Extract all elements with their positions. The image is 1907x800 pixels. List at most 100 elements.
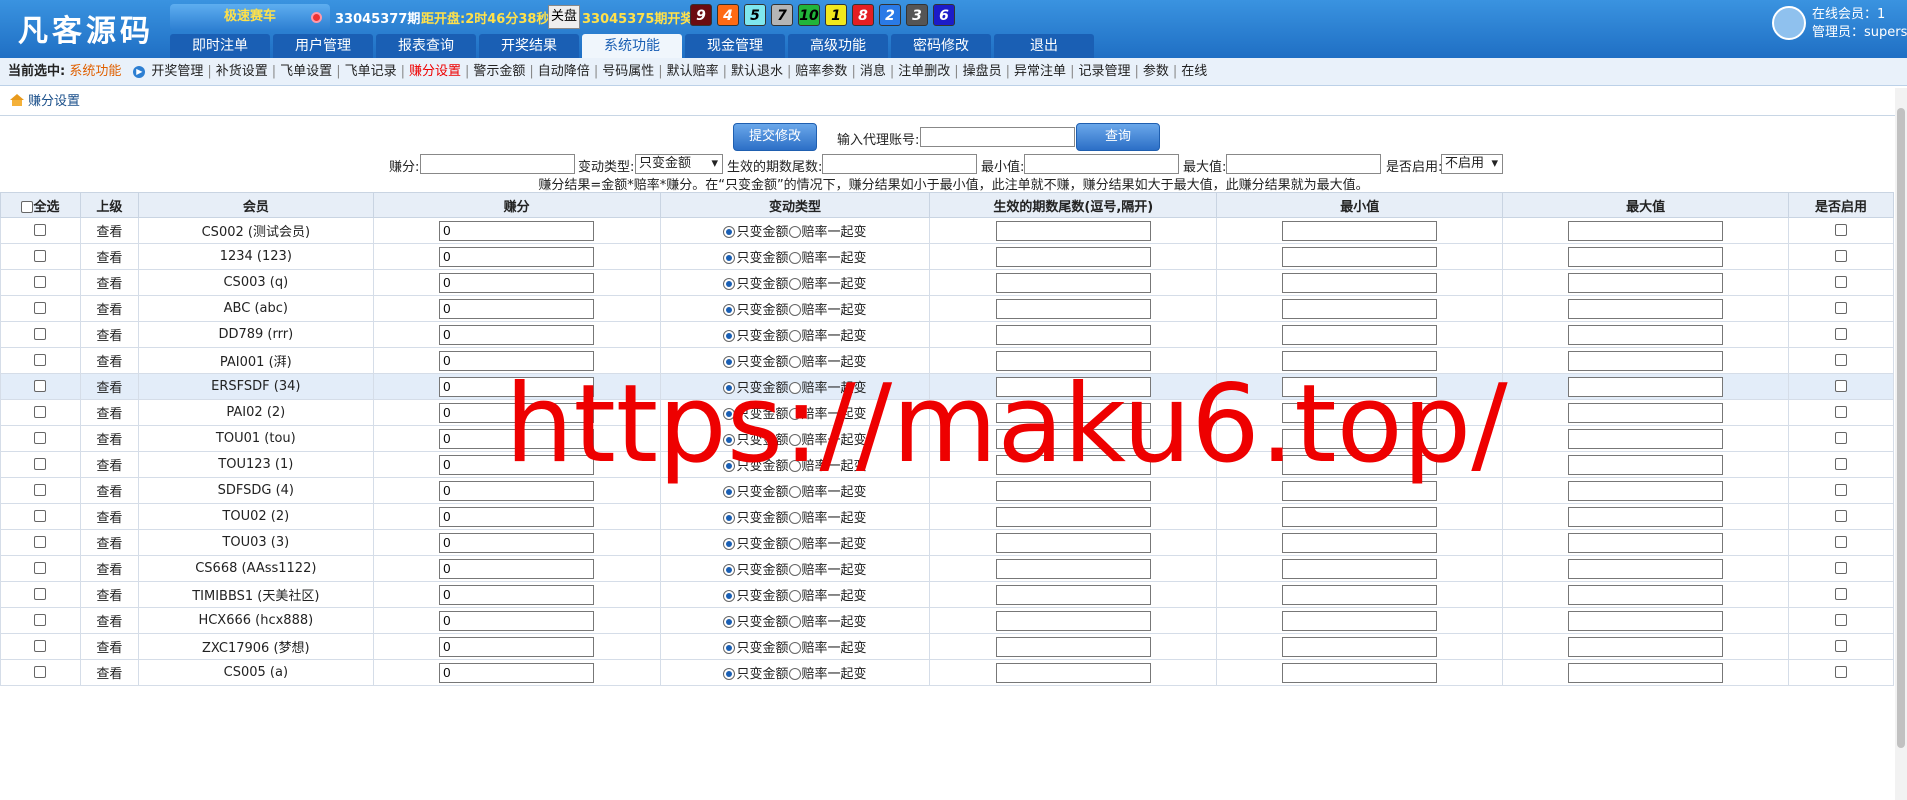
radio-amount-only[interactable]: [723, 590, 736, 602]
radio-amount-only[interactable]: [723, 278, 736, 290]
period-field[interactable]: [995, 272, 1151, 293]
radio-odds-change[interactable]: [788, 460, 801, 472]
view-link[interactable]: 查看: [79, 451, 139, 478]
radio-odds-change[interactable]: [788, 252, 801, 264]
view-link[interactable]: 查看: [79, 607, 139, 634]
agent-input[interactable]: [920, 127, 1075, 147]
radio-amount-only[interactable]: [723, 642, 736, 654]
nav-tab[interactable]: 退出: [994, 34, 1094, 58]
row-checkbox[interactable]: [34, 354, 47, 366]
enable-checkbox[interactable]: [1835, 640, 1847, 652]
period-field[interactable]: [995, 220, 1151, 241]
period-field[interactable]: [995, 324, 1151, 345]
min-field[interactable]: [1282, 584, 1438, 605]
view-link[interactable]: 查看: [79, 477, 139, 504]
subnav-link[interactable]: 消息: [860, 64, 886, 79]
radio-odds-change[interactable]: [788, 616, 801, 628]
subnav-link[interactable]: 默认退水: [731, 64, 783, 79]
earn-field[interactable]: [439, 636, 595, 657]
radio-amount-only[interactable]: [723, 512, 736, 524]
subnav-link[interactable]: 操盘员: [963, 64, 1002, 79]
enable-select[interactable]: 不启用: [1441, 154, 1503, 174]
nav-tab[interactable]: 高级功能: [788, 34, 888, 58]
radio-odds-change[interactable]: [788, 512, 801, 524]
nav-tab[interactable]: 用户管理: [273, 34, 373, 58]
radio-odds-change[interactable]: [788, 330, 801, 342]
subnav-link[interactable]: 自动降倍: [538, 64, 590, 79]
period-input[interactable]: [822, 154, 977, 174]
view-link[interactable]: 查看: [79, 425, 139, 452]
row-checkbox[interactable]: [34, 432, 47, 444]
radio-amount-only[interactable]: [723, 564, 736, 576]
view-link[interactable]: 查看: [79, 321, 139, 348]
radio-amount-only[interactable]: [723, 382, 736, 394]
row-checkbox[interactable]: [34, 614, 47, 626]
max-input[interactable]: [1226, 154, 1381, 174]
radio-odds-change[interactable]: [788, 434, 801, 446]
earn-field[interactable]: [439, 506, 595, 527]
home-icon[interactable]: [10, 94, 24, 106]
enable-checkbox[interactable]: [1835, 354, 1847, 366]
row-checkbox[interactable]: [34, 380, 47, 392]
enable-checkbox[interactable]: [1835, 406, 1847, 418]
radio-amount-only[interactable]: [723, 408, 736, 420]
submit-button[interactable]: 提交修改: [733, 123, 817, 151]
earn-field[interactable]: [439, 480, 595, 501]
nav-tab[interactable]: 现金管理: [685, 34, 785, 58]
radio-odds-change[interactable]: [788, 590, 801, 602]
subnav-link[interactable]: 默认赔率: [667, 64, 719, 79]
type-select[interactable]: 只变金额: [635, 154, 723, 174]
period-field[interactable]: [995, 532, 1151, 553]
radio-odds-change[interactable]: [788, 408, 801, 420]
enable-checkbox[interactable]: [1835, 562, 1847, 574]
max-field[interactable]: [1568, 532, 1724, 553]
row-checkbox[interactable]: [34, 666, 47, 678]
period-field[interactable]: [995, 558, 1151, 579]
max-field[interactable]: [1568, 636, 1724, 657]
earn-field[interactable]: [439, 454, 595, 475]
period-field[interactable]: [995, 298, 1151, 319]
nav-tab[interactable]: 开奖结果: [479, 34, 579, 58]
subnav-link[interactable]: 赔率参数: [795, 64, 847, 79]
enable-checkbox[interactable]: [1835, 276, 1847, 288]
min-field[interactable]: [1282, 558, 1438, 579]
view-link[interactable]: 查看: [79, 243, 139, 270]
enable-checkbox[interactable]: [1835, 458, 1847, 470]
min-field[interactable]: [1282, 532, 1438, 553]
max-field[interactable]: [1568, 454, 1724, 475]
nav-tab[interactable]: 即时注单: [170, 34, 270, 58]
enable-checkbox[interactable]: [1835, 484, 1847, 496]
select-all-checkbox[interactable]: [21, 200, 34, 213]
enable-checkbox[interactable]: [1835, 666, 1847, 678]
row-checkbox[interactable]: [34, 536, 47, 548]
nav-tab[interactable]: 报表查询: [376, 34, 476, 58]
radio-amount-only[interactable]: [723, 304, 736, 316]
period-field[interactable]: [995, 636, 1151, 657]
radio-odds-change[interactable]: [788, 538, 801, 550]
view-link[interactable]: 查看: [79, 633, 139, 660]
max-field[interactable]: [1568, 324, 1724, 345]
max-field[interactable]: [1568, 428, 1724, 449]
row-checkbox[interactable]: [34, 328, 47, 340]
min-field[interactable]: [1282, 246, 1438, 267]
earn-field[interactable]: [439, 350, 595, 371]
earn-field[interactable]: [439, 662, 595, 683]
max-field[interactable]: [1568, 584, 1724, 605]
earn-field[interactable]: [439, 584, 595, 605]
radio-amount-only[interactable]: [723, 226, 736, 238]
radio-odds-change[interactable]: [788, 278, 801, 290]
radio-odds-change[interactable]: [788, 486, 801, 498]
period-field[interactable]: [995, 246, 1151, 267]
view-link[interactable]: 查看: [79, 659, 139, 686]
earn-field[interactable]: [439, 428, 595, 449]
subnav-link[interactable]: 赚分设置: [409, 64, 461, 79]
enable-checkbox[interactable]: [1835, 588, 1847, 600]
earn-field[interactable]: [439, 246, 595, 267]
earn-field[interactable]: [439, 298, 595, 319]
enable-checkbox[interactable]: [1835, 510, 1847, 522]
period-field[interactable]: [995, 584, 1151, 605]
page-scrollbar[interactable]: [1895, 88, 1907, 800]
row-checkbox[interactable]: [34, 276, 47, 288]
subnav-link[interactable]: 飞单记录: [345, 64, 397, 79]
view-link[interactable]: 查看: [79, 347, 139, 374]
